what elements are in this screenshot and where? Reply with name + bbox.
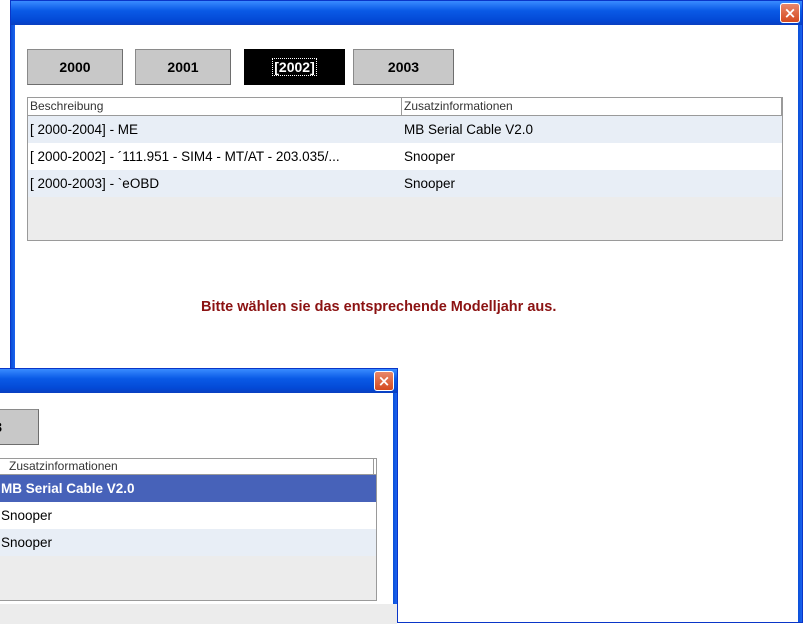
year-button-2001[interactable]: 2001 — [135, 49, 231, 85]
cell-beschreibung: [ 2000-2004] - ME — [30, 122, 139, 137]
window-border-right — [798, 25, 802, 622]
cell-zusatz: Snooper — [1, 535, 53, 550]
table-header: Zusatzinformationen — [0, 459, 376, 475]
cell-zusatz: Snooper — [404, 176, 456, 191]
year-button-2000[interactable]: 2000 — [27, 49, 123, 85]
model-table: Beschreibung Zusatzinformationen [ 2000-… — [27, 97, 783, 241]
year-button-2003[interactable]: 2003 — [353, 49, 454, 85]
column-header-beschreibung[interactable]: Beschreibung — [28, 98, 402, 115]
bottom-panel — [0, 604, 397, 624]
year-button-2002[interactable]: [2002] — [244, 49, 345, 85]
cell-beschreibung: [ 2000-2003] - `eOBD — [30, 176, 160, 191]
column-header-zusatzinformationen[interactable]: Zusatzinformationen — [402, 98, 782, 115]
close-icon: × — [783, 4, 797, 22]
cell-zusatz: MB Serial Cable V2.0 — [404, 122, 534, 137]
close-button[interactable]: × — [374, 371, 394, 391]
cell-zusatz: Snooper — [404, 149, 456, 164]
year-button-2003[interactable]: 03 — [0, 409, 39, 445]
cell-beschreibung: [ 2000-2002] - ´111.951 - SIM4 - MT/AT -… — [30, 149, 340, 164]
secondary-dialog: × 03 Zusatzinformationen MB Serial Cable… — [0, 368, 398, 624]
column-header-zusatzinformationen[interactable]: Zusatzinformationen — [0, 459, 374, 474]
cell-zusatz: MB Serial Cable V2.0 — [1, 481, 135, 496]
table-row-selected[interactable]: MB Serial Cable V2.0 — [0, 475, 376, 502]
title-bar[interactable] — [11, 1, 802, 25]
table-row[interactable]: [ 2000-2004] - ME MB Serial Cable V2.0 — [28, 116, 782, 143]
title-bar[interactable] — [0, 369, 397, 393]
cell-zusatz: Snooper — [1, 508, 53, 523]
table-row[interactable]: Snooper — [0, 529, 376, 556]
window-border-right — [393, 393, 397, 622]
table-header: Beschreibung Zusatzinformationen — [28, 98, 782, 116]
info-table: Zusatzinformationen MB Serial Cable V2.0… — [0, 458, 377, 601]
close-button[interactable]: × — [780, 3, 800, 23]
close-icon: × — [377, 372, 391, 390]
table-row[interactable]: [ 2000-2002] - ´111.951 - SIM4 - MT/AT -… — [28, 143, 782, 170]
table-row[interactable]: [ 2000-2003] - `eOBD Snooper — [28, 170, 782, 197]
table-row[interactable]: Snooper — [0, 502, 376, 529]
instruction-text: Bitte wählen sie das entsprechende Model… — [201, 299, 557, 315]
